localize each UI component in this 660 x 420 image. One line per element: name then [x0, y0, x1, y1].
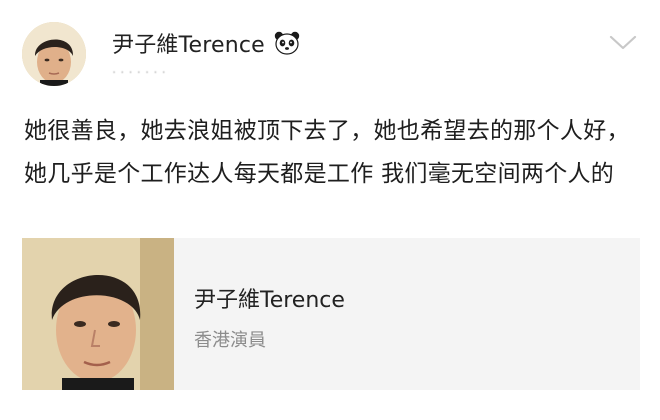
post-meta: · · · · · · · [112, 66, 166, 81]
panda-icon [273, 29, 301, 57]
profile-card-photo [22, 238, 174, 390]
author-name[interactable]: 尹子維Terence [112, 27, 265, 59]
weibo-post: 尹子維Terence · · · · · · · 她很善良，她去浪姐被顶下去了，… [0, 0, 660, 420]
profile-card[interactable]: 尹子維Terence 香港演員 [22, 238, 640, 390]
avatar[interactable] [22, 22, 86, 86]
avatar-photo [22, 22, 86, 86]
post-text: 她很善良，她去浪姐被顶下去了，她也希望去的那个人好，她几乎是个工作达人每天都是工… [24, 118, 630, 187]
chevron-down-icon[interactable] [608, 30, 638, 54]
profile-card-subtitle: 香港演員 [194, 330, 266, 351]
author-row: 尹子維Terence [112, 26, 301, 60]
profile-card-name: 尹子維Terence [194, 288, 345, 313]
